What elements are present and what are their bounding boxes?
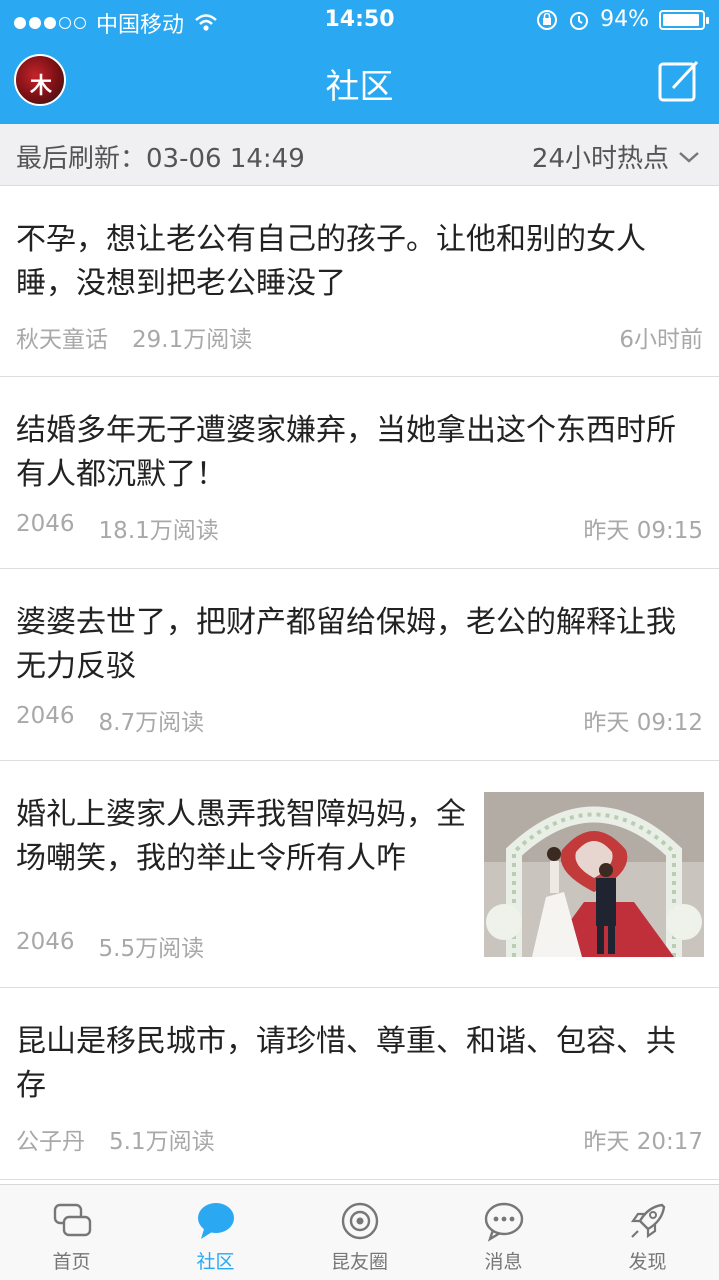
list-item[interactable]: 昆山是移民城市，请珍惜、尊重、和谐、包容、共存 公子丹 5.1万阅读 昨天 20…: [0, 988, 719, 1180]
compose-icon[interactable]: [657, 58, 703, 104]
hot-filter-dropdown[interactable]: 24小时热点: [532, 138, 701, 175]
tab-messages[interactable]: 消息: [432, 1185, 575, 1280]
tab-moments[interactable]: 昆友圈: [288, 1185, 431, 1280]
post-feed: 不孕，想让老公有自己的孩子。让他和别的女人睡，没想到把老公睡没了 秋天童话 29…: [0, 186, 719, 1180]
tab-label: 昆友圈: [330, 1251, 388, 1273]
status-right: 94%: [536, 7, 709, 32]
community-bubble-icon: [197, 1203, 234, 1239]
post-thumbnail: [484, 792, 704, 957]
post-title: 婆婆去世了，把财产都留给保姆，老公的解释让我无力反驳: [16, 605, 676, 684]
post-reads: 18.1万阅读: [98, 518, 219, 544]
bottom-tab-bar: 首页 社区 昆友圈 消息 发现: [0, 1184, 719, 1280]
rocket-icon: [630, 1203, 665, 1239]
post-author: 2046: [16, 929, 75, 955]
tab-discover[interactable]: 发现: [576, 1185, 719, 1280]
post-title: 婚礼上婆家人愚弄我智障妈妈，全场嘲笑，我的举止令所有人咋: [16, 797, 466, 876]
refresh-bar: 最后刷新：03-06 14:49 24小时热点: [0, 124, 719, 186]
post-meta: 2046 5.5万阅读: [16, 929, 204, 963]
post-reads: 8.7万阅读: [98, 710, 205, 736]
status-bar: 中国移动 14:50 94%: [0, 0, 719, 42]
list-item[interactable]: 婆婆去世了，把财产都留给保姆，老公的解释让我无力反驳 2046 8.7万阅读 昨…: [0, 569, 719, 761]
moments-eye-icon: [341, 1202, 378, 1240]
battery-percent: 94%: [600, 7, 649, 32]
post-meta: 2046 8.7万阅读: [16, 703, 204, 737]
last-refresh-text: 最后刷新：03-06 14:49: [16, 144, 305, 174]
post-reads: 29.1万阅读: [132, 327, 253, 353]
battery-icon: [659, 9, 709, 30]
post-author: 秋天童话: [16, 327, 108, 353]
post-author: 2046: [16, 703, 75, 729]
tab-label: 消息: [484, 1251, 523, 1273]
page-title: 社区: [325, 67, 394, 107]
app-header: 木 社区: [0, 42, 719, 124]
tab-community[interactable]: 社区: [144, 1185, 287, 1280]
post-title: 结婚多年无子遭婆家嫌弃，当她拿出这个东西时所有人都沉默了！: [16, 413, 676, 492]
home-chat-icon: [53, 1203, 91, 1237]
post-meta: 秋天童话 29.1万阅读: [16, 320, 252, 354]
post-reads: 5.5万阅读: [98, 936, 205, 962]
tab-label: 发现: [628, 1251, 667, 1273]
post-author: 2046: [16, 511, 75, 537]
tab-label: 首页: [52, 1251, 91, 1273]
post-time: 6小时前: [619, 327, 703, 353]
post-time: 昨天 09:12: [583, 710, 703, 736]
list-item[interactable]: 结婚多年无子遭婆家嫌弃，当她拿出这个东西时所有人都沉默了！ 2046 18.1万…: [0, 377, 719, 569]
post-time: 昨天 09:15: [583, 518, 703, 544]
post-meta: 2046 18.1万阅读: [16, 511, 219, 545]
list-item[interactable]: 婚礼上婆家人愚弄我智障妈妈，全场嘲笑，我的举止令所有人咋 2046 5.5万阅读: [0, 761, 719, 988]
rotation-lock-icon: [537, 9, 558, 30]
tab-home[interactable]: 首页: [0, 1185, 143, 1280]
list-item[interactable]: 不孕，想让老公有自己的孩子。让他和别的女人睡，没想到把老公睡没了 秋天童话 29…: [0, 186, 719, 377]
hot-filter-label: 24小时热点: [531, 144, 669, 174]
chevron-down-icon: [679, 151, 699, 163]
post-title: 昆山是移民城市，请珍惜、尊重、和谐、包容、共存: [16, 1024, 676, 1103]
post-time: 昨天 20:17: [583, 1129, 703, 1155]
tab-label: 社区: [196, 1251, 235, 1273]
post-reads: 5.1万阅读: [109, 1129, 215, 1155]
battery-fill: [663, 13, 699, 26]
message-bubble-icon: [484, 1202, 523, 1242]
post-author: 公子丹: [16, 1129, 85, 1155]
wedding-photo-image: [484, 792, 704, 957]
post-meta: 公子丹 5.1万阅读: [16, 1122, 215, 1156]
alarm-icon: [570, 11, 589, 30]
post-title: 不孕，想让老公有自己的孩子。让他和别的女人睡，没想到把老公睡没了: [16, 222, 646, 301]
